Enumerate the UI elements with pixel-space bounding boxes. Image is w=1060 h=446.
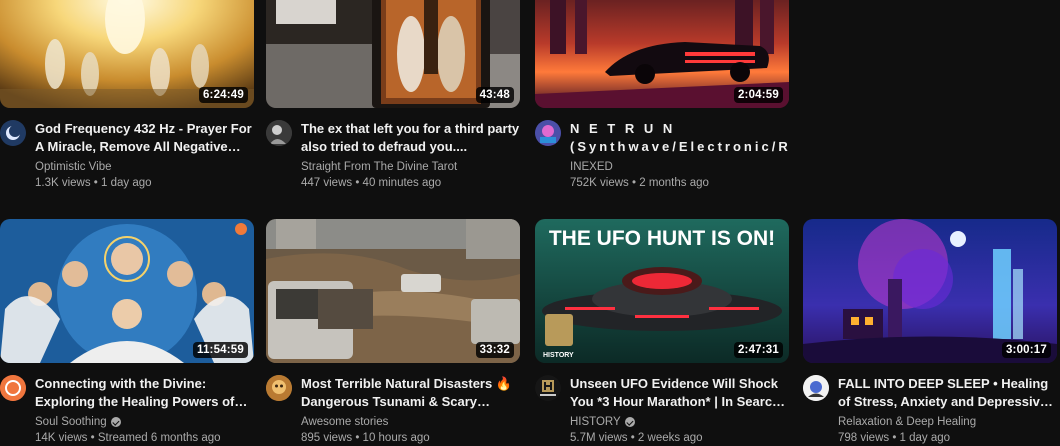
video-title[interactable]: Most Terrible Natural Disasters 🔥Dangero…	[301, 375, 520, 411]
channel-name-text: HISTORY	[570, 416, 621, 428]
video-duration: 43:48	[475, 87, 514, 103]
video-card[interactable]: 6:24:49 God Frequency 432 Hz - Prayer Fo…	[0, 0, 254, 191]
channel-name-text: INEXED	[570, 161, 613, 173]
channel-name[interactable]: Relaxation & Deep Healing	[838, 414, 1057, 430]
video-card[interactable]: 33:32 Most Terrible Natural Disasters 🔥D…	[266, 219, 520, 446]
channel-avatar[interactable]	[266, 375, 292, 401]
channel-name-text: Optimistic Vibe	[35, 161, 112, 173]
channel-name-text: Soul Soothing	[35, 416, 107, 428]
history-logo: HISTORY	[543, 352, 574, 359]
video-thumbnail[interactable]: 11:54:59	[0, 219, 254, 363]
channel-name[interactable]: Straight From The Divine Tarot	[301, 159, 520, 175]
video-stats: 752K views • 2 months ago	[570, 177, 709, 189]
channel-avatar[interactable]	[535, 375, 561, 401]
video-thumbnail[interactable]: 3:00:17	[803, 219, 1057, 363]
channel-name[interactable]: Optimistic Vibe	[35, 159, 254, 175]
channel-avatar[interactable]	[0, 375, 26, 401]
video-card[interactable]: 2:04:59 N E T R U N (Synthwave/Electroni…	[535, 0, 789, 191]
video-title[interactable]: The ex that left you for a third party a…	[301, 120, 520, 156]
channel-avatar[interactable]	[266, 120, 292, 146]
video-stats: 447 views • 40 minutes ago	[301, 177, 442, 189]
video-card[interactable]: 3:00:17 FALL INTO DEEP SLEEP • Healing o…	[803, 219, 1057, 446]
video-stats: 1.3K views • 1 day ago	[35, 177, 152, 189]
video-duration: 11:54:59	[193, 342, 248, 358]
channel-name[interactable]: HISTORY	[570, 414, 789, 430]
video-duration: 2:47:31	[733, 342, 783, 358]
video-title[interactable]: Unseen UFO Evidence Will Shock You *3 Ho…	[570, 375, 789, 411]
video-thumbnail[interactable]: 2:04:59	[535, 0, 789, 108]
verified-badge-icon	[624, 417, 635, 427]
channel-avatar[interactable]	[535, 120, 561, 146]
video-card[interactable]: 11:54:59 Connecting with the Divine: Exp…	[0, 219, 254, 446]
video-title[interactable]: Connecting with the Divine: Exploring th…	[35, 375, 254, 411]
video-title[interactable]: N E T R U N (Synthwave/Electronic/Retrow…	[570, 120, 789, 156]
channel-avatar[interactable]	[0, 120, 26, 146]
channel-name[interactable]: INEXED	[570, 159, 789, 175]
channel-name-text: Straight From The Divine Tarot	[301, 161, 458, 173]
channel-avatar[interactable]	[803, 375, 829, 401]
video-card[interactable]: 43:48 The ex that left you for a third p…	[266, 0, 520, 191]
video-duration: 6:24:49	[198, 87, 248, 103]
channel-name-text: Relaxation & Deep Healing	[838, 416, 977, 428]
video-thumbnail[interactable]: 33:32	[266, 219, 520, 363]
thumbnail-headline: THE UFO HUNT IS ON!	[549, 227, 775, 250]
video-thumbnail[interactable]: 43:48	[266, 0, 520, 108]
video-duration: 3:00:17	[1001, 342, 1051, 358]
video-card[interactable]: THE UFO HUNT IS ON! HISTORY 2:47:31 Unse…	[535, 219, 789, 446]
channel-name-text: Awesome stories	[301, 416, 389, 428]
video-thumbnail[interactable]: THE UFO HUNT IS ON! HISTORY 2:47:31	[535, 219, 789, 363]
channel-name[interactable]: Soul Soothing	[35, 414, 254, 430]
verified-badge-icon	[110, 417, 121, 427]
video-title[interactable]: FALL INTO DEEP SLEEP • Healing of Stress…	[838, 375, 1057, 411]
video-duration: 2:04:59	[733, 87, 783, 103]
video-thumbnail[interactable]: 6:24:49	[0, 0, 254, 108]
video-title[interactable]: God Frequency 432 Hz - Prayer For A Mira…	[35, 120, 254, 156]
video-duration: 33:32	[475, 342, 514, 358]
channel-name[interactable]: Awesome stories	[301, 414, 520, 430]
